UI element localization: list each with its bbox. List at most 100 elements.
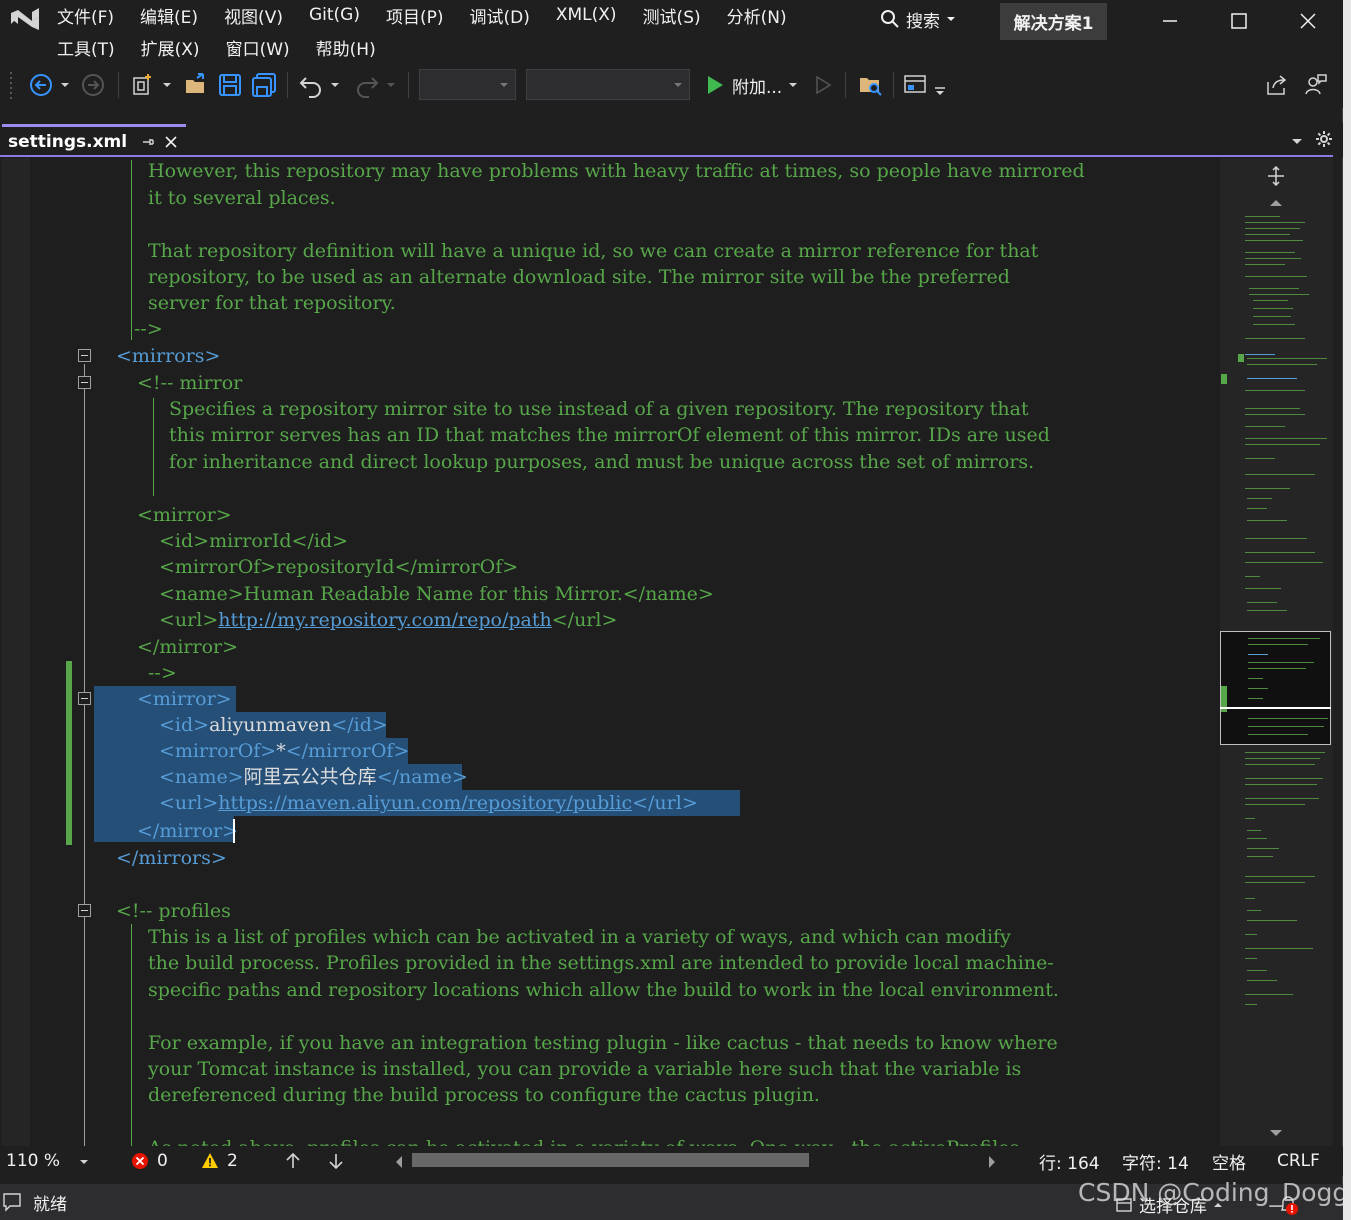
navigate-forward-button[interactable] [80, 72, 106, 98]
minimize-button[interactable] [1155, 6, 1185, 36]
code-line: This is a list of profiles which can be … [148, 926, 1011, 948]
whitespace-mode-indicator[interactable]: 空格 [1212, 1149, 1246, 1174]
code-line: <url>http://my.repository.com/repo/path<… [159, 609, 618, 631]
new-project-button[interactable] [130, 72, 174, 98]
code-line: for inheritance and direct lookup purpos… [169, 451, 1035, 473]
close-tab-icon[interactable] [163, 134, 179, 150]
menu-xml[interactable]: XML(X) [543, 5, 630, 25]
code-line: <name>阿里云公共仓库</name> [159, 766, 468, 788]
browse-files-button[interactable] [857, 72, 883, 98]
csdn-watermark: CSDN @Coding_Doggy [1078, 1178, 1351, 1207]
code-line: <id>aliyunmaven</id> [159, 714, 388, 736]
tab-settings-xml[interactable]: settings.xml [2, 124, 186, 157]
menu-git[interactable]: Git(G) [296, 5, 373, 25]
search-button[interactable]: 搜索 [880, 5, 956, 33]
solution-platform-dropdown[interactable] [526, 69, 690, 100]
aliyun-url-link[interactable]: https://maven.aliyun.com/repository/publ… [218, 792, 632, 814]
live-share-button[interactable] [1265, 72, 1289, 98]
code-line: <mirrorOf>repositoryId</mirrorOf> [159, 556, 519, 578]
undo-button[interactable] [298, 72, 342, 98]
menu-row-secondary: 工具(T) 扩展(X) 窗口(W) 帮助(H) [44, 32, 389, 62]
search-icon [881, 10, 899, 28]
code-line: </mirrors> [116, 847, 227, 869]
warning-count-button[interactable]: 2 [201, 1151, 238, 1171]
error-count-button[interactable]: 0 [131, 1151, 168, 1171]
menu-window[interactable]: 窗口(W) [213, 35, 303, 60]
visual-studio-window: 文件(F) 编辑(E) 视图(V) Git(G) 项目(P) 调试(D) XML… [0, 0, 1351, 1220]
pin-icon[interactable] [141, 135, 155, 149]
attach-debugger-button[interactable]: 附加... [704, 72, 800, 98]
share-icon [1267, 75, 1287, 95]
feedback-button[interactable] [1304, 72, 1328, 98]
chevron-down-icon[interactable] [79, 1158, 89, 1166]
scroll-left-arrow-icon[interactable] [394, 1155, 404, 1169]
code-line: </mirror> [137, 636, 239, 658]
open-file-button[interactable] [183, 72, 209, 98]
folder-search-icon [860, 78, 882, 96]
menu-project[interactable]: 项目(P) [373, 3, 457, 28]
menu-analyze[interactable]: 分析(N) [714, 3, 800, 28]
play-outline-icon [816, 75, 832, 95]
save-all-icon [252, 73, 276, 97]
menu-edit[interactable]: 编辑(E) [127, 3, 211, 28]
tab-overflow-dropdown-icon[interactable] [1290, 136, 1304, 146]
chevron-down-icon [61, 83, 69, 87]
code-line: Specifies a repository mirror site to us… [169, 398, 1029, 420]
line-number-indicator[interactable]: 行: 164 [1039, 1149, 1100, 1174]
maximize-button[interactable] [1224, 6, 1254, 36]
zoom-level-dropdown[interactable]: 110 % [6, 1151, 60, 1171]
menu-test[interactable]: 测试(S) [630, 3, 714, 28]
code-line: <!-- profiles [116, 900, 231, 922]
code-line: --> [134, 318, 163, 340]
code-editor[interactable]: However, this repository may have proble… [2, 158, 1220, 1146]
horizontal-scrollbar-thumb[interactable] [412, 1153, 809, 1167]
code-line: <mirrorOf>*</mirrorOf> [159, 740, 410, 762]
code-line: <id>mirrorId</id> [159, 530, 349, 552]
previous-issue-arrow-icon[interactable] [285, 1152, 301, 1170]
code-lines: However, this repository may have proble… [2, 158, 1220, 1146]
redo-button[interactable] [354, 72, 398, 98]
scroll-right-arrow-icon[interactable] [987, 1155, 997, 1169]
solution-configuration-dropdown[interactable] [419, 69, 516, 100]
chevron-down-icon [331, 83, 339, 87]
output-window-icon[interactable] [2, 1192, 22, 1212]
toolbar-separator [845, 72, 846, 98]
visual-studio-logo-icon[interactable] [8, 4, 42, 34]
code-line: this mirror serves has an ID that matche… [169, 424, 1050, 446]
close-window-button[interactable] [1293, 6, 1323, 36]
next-issue-arrow-icon[interactable] [328, 1152, 344, 1170]
gear-icon[interactable] [1315, 130, 1333, 148]
scroll-up-arrow-icon[interactable] [1269, 198, 1283, 208]
split-editor-icon[interactable] [1266, 166, 1286, 186]
overflow-chevron-icon [935, 87, 945, 95]
start-without-debugging-button[interactable] [812, 72, 834, 98]
mirror-url-link[interactable]: http://my.repository.com/repo/path [218, 609, 552, 631]
chevron-down-icon [163, 83, 171, 87]
scroll-down-arrow-icon[interactable] [1269, 1128, 1283, 1138]
standard-toolbar: 附加... [0, 64, 1343, 108]
save-button[interactable] [217, 72, 243, 98]
minimap-scrollbar[interactable] [1220, 158, 1333, 1146]
code-line: dereferenced during the build process to… [148, 1084, 820, 1106]
line-ending-indicator[interactable]: CRLF [1277, 1151, 1320, 1171]
error-count: 0 [157, 1151, 168, 1171]
toolbar-separator [118, 72, 119, 98]
save-all-button[interactable] [251, 72, 277, 98]
menu-file[interactable]: 文件(F) [44, 3, 127, 28]
solution-name-badge[interactable]: 解决方案1 [1000, 3, 1107, 40]
document-tab-strip: settings.xml [0, 122, 1343, 158]
forward-arrow-icon [82, 74, 104, 96]
menu-debug[interactable]: 调试(D) [457, 3, 543, 28]
char-number-indicator[interactable]: 字符: 14 [1122, 1149, 1189, 1174]
navigate-back-button[interactable] [28, 72, 72, 98]
toolbar-grip-icon[interactable] [8, 70, 14, 100]
menu-extensions[interactable]: 扩展(X) [128, 35, 213, 60]
menu-tools[interactable]: 工具(T) [44, 35, 128, 60]
menu-help[interactable]: 帮助(H) [303, 35, 389, 60]
attach-label: 附加... [732, 77, 783, 98]
code-line: That repository definition will have a u… [148, 240, 1039, 262]
window-layout-button[interactable] [903, 72, 947, 98]
warning-icon [202, 1153, 218, 1168]
minimap-viewport[interactable] [1220, 631, 1331, 745]
menu-view[interactable]: 视图(V) [211, 3, 296, 28]
